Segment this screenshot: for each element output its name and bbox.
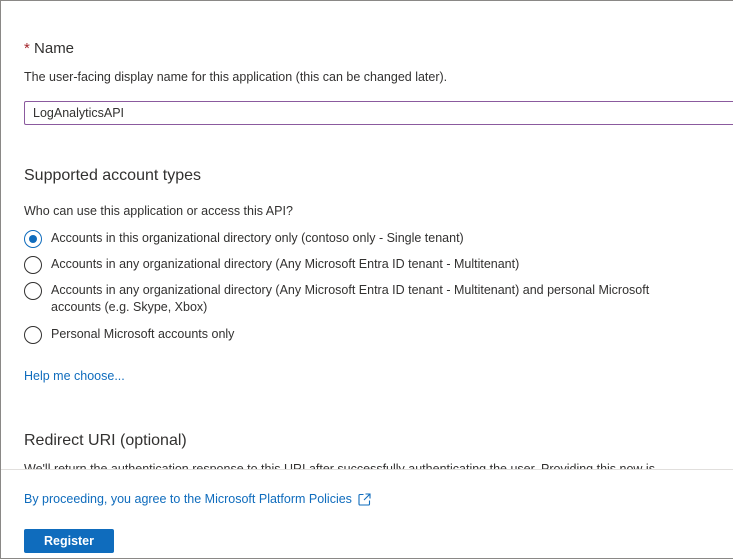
radio-label-personal-only: Personal Microsoft accounts only — [51, 327, 235, 341]
radio-option-multitenant[interactable]: Accounts in any organizational directory… — [24, 256, 701, 274]
radio-option-personal-only[interactable]: Personal Microsoft accounts only — [24, 326, 701, 344]
radio-button-personal-only[interactable] — [24, 326, 42, 344]
supported-account-types-heading: Supported account types — [24, 167, 202, 184]
name-heading: * Name — [24, 40, 74, 57]
radio-button-multitenant-personal[interactable] — [24, 282, 42, 300]
register-app-panel: * Name The user-facing display name for … — [0, 0, 733, 559]
account-types-question: Who can use this application or access t… — [24, 204, 293, 218]
radio-label-single-tenant: Accounts in this organizational director… — [51, 231, 464, 245]
name-description: The user-facing display name for this ap… — [24, 70, 448, 84]
radio-button-multitenant[interactable] — [24, 256, 42, 274]
name-heading-text: Name — [34, 40, 75, 57]
external-link-icon — [358, 492, 371, 506]
redirect-uri-heading: Redirect URI (optional) — [24, 432, 187, 449]
radio-option-single-tenant[interactable]: Accounts in this organizational director… — [24, 230, 701, 248]
radio-option-multitenant-personal[interactable]: Accounts in any organizational directory… — [24, 282, 701, 316]
help-me-choose-link[interactable]: Help me choose... — [24, 369, 125, 383]
radio-label-multitenant: Accounts in any organizational directory… — [51, 257, 520, 271]
radio-label-multitenant-personal: Accounts in any organizational directory… — [51, 283, 650, 314]
register-button[interactable]: Register — [24, 529, 114, 553]
redirect-uri-description-text: We'll return the authentication response… — [24, 462, 655, 469]
redirect-uri-description: We'll return the authentication response… — [24, 461, 724, 469]
radio-button-single-tenant[interactable] — [24, 230, 42, 248]
required-marker: * — [24, 40, 30, 57]
app-name-input[interactable] — [24, 101, 733, 125]
platform-policies-text: By proceeding, you agree to the Microsof… — [24, 492, 352, 506]
platform-policies-link[interactable]: By proceeding, you agree to the Microsof… — [24, 492, 371, 506]
